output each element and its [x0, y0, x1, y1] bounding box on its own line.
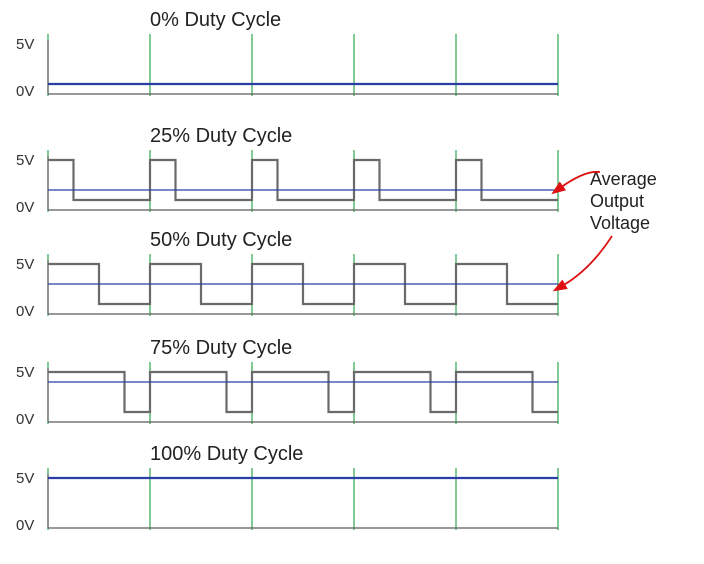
annotation-arrow-2	[562, 236, 612, 286]
duty-row-50: 50% Duty Cycle 5V 0V	[16, 229, 558, 320]
y-label-low: 0V	[16, 303, 34, 320]
axes	[48, 40, 558, 94]
y-label-low: 0V	[16, 83, 34, 100]
pwm-duty-cycle-diagram: 0% Duty Cycle5V0V25% Duty Cycle5V0V50% D…	[0, 0, 704, 564]
row-title: 100% Duty Cycle	[150, 443, 303, 465]
y-label-high: 5V	[16, 152, 34, 169]
duty-row-25: 25% Duty Cycle 5V 0V	[16, 125, 558, 216]
pwm-waveform	[48, 372, 558, 412]
pwm-waveform	[48, 160, 558, 200]
axes	[48, 474, 558, 528]
row-title: 25% Duty Cycle	[150, 125, 292, 147]
row-title: 50% Duty Cycle	[150, 229, 292, 251]
y-label-high: 5V	[16, 364, 34, 381]
y-label-low: 0V	[16, 411, 34, 428]
annotation-line-2: Output	[590, 191, 644, 211]
y-label-low: 0V	[16, 517, 34, 534]
y-label-high: 5V	[16, 36, 34, 53]
duty-row-100: 100% Duty Cycle 5V 0V	[16, 443, 558, 534]
y-label-high: 5V	[16, 470, 34, 487]
annotation-line-1: Average	[590, 169, 657, 189]
annotation-line-3: Voltage	[590, 213, 650, 233]
row-title: 75% Duty Cycle	[150, 337, 292, 359]
y-label-high: 5V	[16, 256, 34, 273]
y-label-low: 0V	[16, 199, 34, 216]
duty-row-75: 75% Duty Cycle 5V 0V	[16, 337, 558, 428]
row-title: 0% Duty Cycle	[150, 9, 281, 31]
duty-row-0: 0% Duty Cycle 5V 0V	[16, 9, 558, 100]
